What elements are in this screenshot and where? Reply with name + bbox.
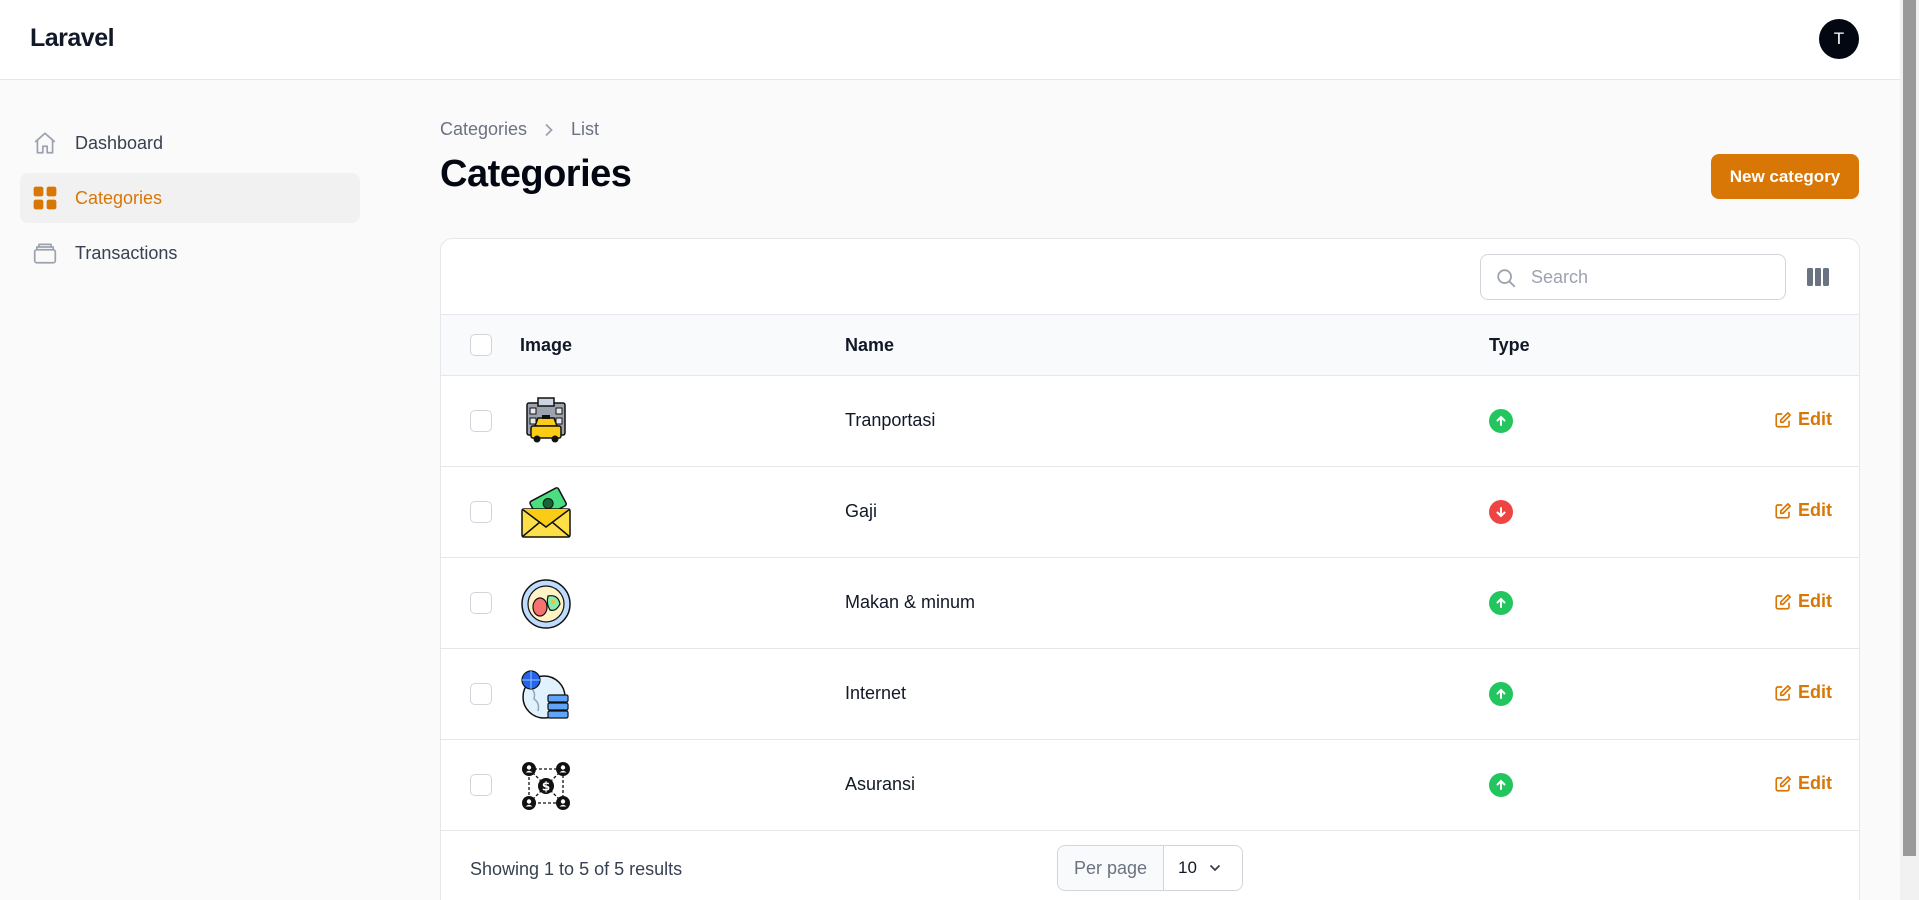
row-checkbox[interactable] [470,501,492,523]
per-page-select[interactable]: 10 [1164,846,1242,890]
edit-link[interactable]: Edit [1774,773,1832,794]
sidebar-item-dashboard[interactable]: Dashboard [20,118,360,168]
brand-logo[interactable]: Laravel [30,24,115,53]
per-page-label: Per page [1058,846,1164,890]
category-name: Internet [845,683,907,703]
page-title: Categories [440,153,632,195]
sidebar-item-categories[interactable]: Categories [20,173,360,223]
taxi-icon [520,396,572,448]
column-header-name[interactable]: Name [845,335,894,356]
column-header-type: Type [1489,335,1530,355]
arrow-down-icon [1489,500,1513,524]
row-checkbox[interactable] [470,774,492,796]
edit-label: Edit [1798,409,1832,429]
top-bar: Laravel T [0,0,1900,80]
arrow-up-icon [1489,591,1513,615]
breadcrumb-parent-link[interactable]: Categories [440,119,527,140]
pencil-square-icon [1775,593,1791,610]
arrow-up-icon [1489,409,1513,433]
scrollbar-thumb[interactable] [1903,0,1916,856]
table-toolbar [441,239,1859,315]
sidebar-item-label: Transactions [75,242,178,263]
breadcrumb: Categories List [440,119,599,140]
categories-table-card: Image Name Type Tranportasi Edit [440,238,1860,900]
sidebar-item-label: Categories [75,187,163,208]
user-avatar[interactable]: T [1819,19,1859,59]
table-row[interactable]: Internet Edit [441,649,1859,740]
arrow-up-icon [1489,773,1513,797]
search-input[interactable] [1531,265,1771,289]
food-plate-icon [520,578,572,630]
edit-label: Edit [1798,591,1832,611]
edit-label: Edit [1798,682,1832,702]
category-name: Asuransi [845,774,916,794]
edit-link[interactable]: Edit [1774,591,1832,612]
insurance-network-icon: $ [520,760,572,812]
edit-link[interactable]: Edit [1774,409,1832,430]
table-row[interactable]: Gaji Edit [441,467,1859,558]
svg-text:$: $ [542,780,550,794]
globe-server-icon [520,669,572,721]
stack-icon [32,240,58,266]
row-checkbox[interactable] [470,592,492,614]
search-icon [1495,267,1517,294]
grid-icon [32,185,58,211]
arrow-up-icon [1489,682,1513,706]
new-category-button[interactable]: New category [1711,154,1859,199]
pencil-square-icon [1775,775,1791,792]
column-header-image: Image [520,335,573,355]
chevron-right-icon [544,123,554,137]
per-page-value: 10 [1178,858,1197,877]
category-name: Makan & minum [845,592,976,612]
sidebar-item-label: Dashboard [75,132,164,153]
row-checkbox[interactable] [470,410,492,432]
category-name: Tranportasi [845,410,936,430]
sidebar: Dashboard Categories Transactions [20,118,360,283]
row-checkbox[interactable] [470,683,492,705]
per-page-control: Per page 10 [1057,845,1243,891]
table-header: Image Name Type [441,315,1859,376]
table-row[interactable]: $ Asuransi Edit [441,740,1859,831]
edit-link[interactable]: Edit [1774,682,1832,703]
edit-label: Edit [1798,500,1832,520]
edit-link[interactable]: Edit [1774,500,1832,521]
table-row[interactable]: Tranportasi Edit [441,376,1859,467]
breadcrumb-current: List [571,119,600,139]
scrollbar-down-arrow[interactable] [1900,868,1919,900]
page-scrollbar[interactable] [1900,0,1919,900]
select-all-checkbox[interactable] [470,334,492,356]
search-box[interactable] [1480,254,1786,300]
category-name: Gaji [845,501,878,521]
money-envelope-icon [520,487,572,539]
chevron-down-icon [1209,864,1221,872]
pagination-summary: Showing 1 to 5 of 5 results [470,859,683,879]
table-row[interactable]: Makan & minum Edit [441,558,1859,649]
sidebar-item-transactions[interactable]: Transactions [20,228,360,278]
home-icon [32,130,58,156]
pencil-square-icon [1775,684,1791,701]
columns-toggle-icon[interactable] [1805,264,1831,290]
edit-label: Edit [1798,773,1832,793]
pencil-square-icon [1775,411,1791,428]
pencil-square-icon [1775,502,1791,519]
